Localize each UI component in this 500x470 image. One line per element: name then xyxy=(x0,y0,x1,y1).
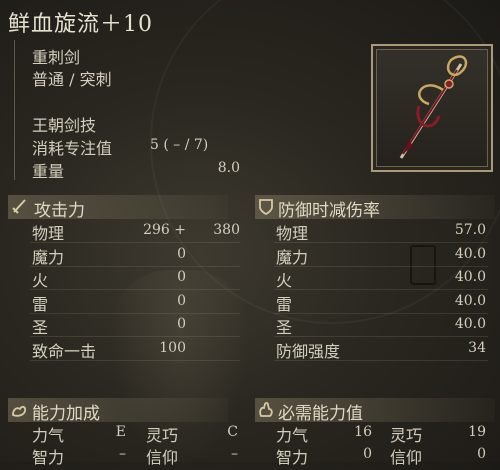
scaling-attr-label: 灵巧 xyxy=(146,426,179,445)
defense-row-value: 40.0 xyxy=(454,316,486,332)
defense-row-label: 物理 xyxy=(276,224,309,243)
requirement-attr-label: 灵巧 xyxy=(390,426,423,445)
hand-icon xyxy=(259,402,273,417)
defense-row-value: 34 xyxy=(468,339,486,356)
requirement-attr-label: 力气 xyxy=(276,426,309,445)
attack-row-label: 致命一击 xyxy=(32,341,97,361)
scaling-attr-grade: – xyxy=(119,446,126,462)
weapon-type: 重刺剑 xyxy=(32,48,81,67)
attack-row-label: 雷 xyxy=(32,294,49,314)
scaling-attr-grade: – xyxy=(231,446,238,462)
row-divider xyxy=(30,359,240,361)
scaling-attr-grade: C xyxy=(227,424,238,440)
attack-row-value: 0 xyxy=(177,316,186,332)
defense-row-label: 魔力 xyxy=(276,247,309,267)
defense-row-value: 57.0 xyxy=(454,222,486,238)
attack-row-value: 0 xyxy=(177,269,186,285)
shield-icon xyxy=(259,199,273,216)
fp-cost-value: 5 ( – / 7) xyxy=(150,137,209,153)
sword-icon xyxy=(12,199,26,214)
defense-row-value: 40.0 xyxy=(454,269,486,285)
attack-row-value: 100 xyxy=(159,339,186,356)
requirement-attr-value: 16 xyxy=(354,424,372,440)
weapon-image-frame xyxy=(371,44,493,172)
defense-row-label: 圣 xyxy=(276,318,293,337)
row-divider xyxy=(30,312,240,314)
row-divider xyxy=(274,359,488,361)
scaling-attr-label: 力气 xyxy=(32,426,65,445)
scaling-attr-grade: E xyxy=(115,424,126,440)
defense-row-label: 雷 xyxy=(276,294,293,314)
requirement-attr-value: 0 xyxy=(363,446,372,462)
rapier-icon xyxy=(399,55,468,159)
requirement-attr-label: 智力 xyxy=(276,448,309,467)
row-divider xyxy=(274,312,488,314)
attack-row-value: 0 xyxy=(177,245,186,262)
defense-row-value: 40.0 xyxy=(454,292,486,309)
attack-row-label: 魔力 xyxy=(32,247,65,267)
defense-row-value: 40.0 xyxy=(454,245,486,262)
attack-row-label: 物理 xyxy=(32,224,65,243)
weight-label: 重量 xyxy=(32,162,65,181)
requirement-attr-label: 信仰 xyxy=(390,448,423,467)
requirements-heading: 必需能力值 xyxy=(278,404,363,424)
attack-type: 普通 / 突刺 xyxy=(32,70,112,89)
defense-heading: 防御时减伤率 xyxy=(278,201,380,221)
scaling-attr-label: 智力 xyxy=(32,448,65,467)
row-divider xyxy=(30,289,240,290)
weight-value: 8.0 xyxy=(217,160,240,176)
row-divider xyxy=(30,265,240,267)
defense-row-label: 火 xyxy=(276,271,293,290)
weapon-name: 鲜血旋流＋10 xyxy=(8,12,153,37)
attack-row-value: 296 + xyxy=(143,222,186,238)
attack-row-value: 0 xyxy=(177,292,186,309)
info-divider xyxy=(14,40,15,180)
requirement-attr-value: 0 xyxy=(477,446,486,462)
scaling-heading: 能力加成 xyxy=(32,404,100,424)
attack-row-extra: 380 xyxy=(213,222,240,238)
attack-row-label: 圣 xyxy=(32,318,49,337)
fp-cost-label: 消耗专注值 xyxy=(32,139,113,158)
defense-row-label: 防御强度 xyxy=(276,341,341,361)
weapon-skill: 王朝剑技 xyxy=(32,116,97,135)
scaling-attr-label: 信仰 xyxy=(146,448,179,467)
row-divider xyxy=(274,265,488,267)
attack-row-label: 火 xyxy=(32,271,49,290)
row-divider xyxy=(274,289,488,290)
attack-heading: 攻击力 xyxy=(34,201,85,221)
arm-strength-icon xyxy=(12,405,27,417)
requirement-attr-value: 19 xyxy=(468,424,486,440)
